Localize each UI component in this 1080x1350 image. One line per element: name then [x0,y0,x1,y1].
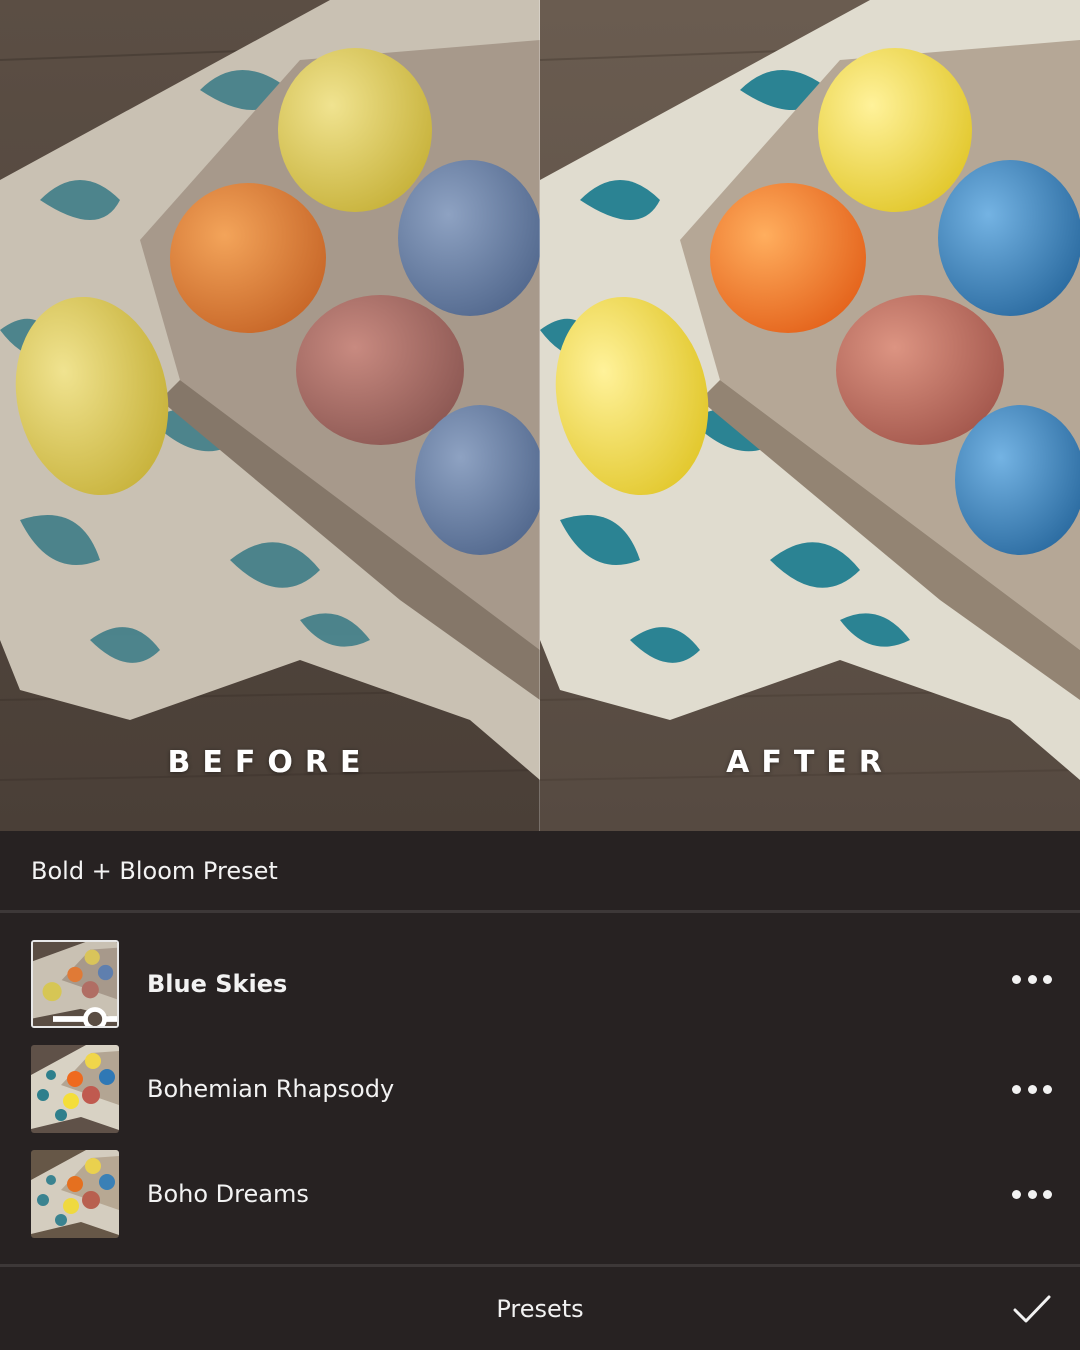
more-horizontal-icon[interactable] [1012,1184,1052,1204]
preset-thumbnail[interactable] [31,940,119,1028]
more-horizontal-icon[interactable] [1012,1079,1052,1099]
checkmark-icon[interactable] [1012,1289,1052,1329]
after-photo [540,0,1080,831]
preset-name: Bohemian Rhapsody [147,1075,395,1103]
before-after-compare[interactable]: BEFORE AFTER [0,0,1080,831]
before-photo [0,0,540,831]
thumbnail-image [31,1150,119,1238]
preset-name: Boho Dreams [147,1180,309,1208]
preset-list: Blue Skies Bohemian Rhapsody Boho Dreams [0,914,1080,1264]
thumbnail-image [31,1045,119,1133]
preset-group-header[interactable]: Bold + Bloom Preset [0,831,1080,913]
preset-group-title: Bold + Bloom Preset [31,856,278,885]
preset-thumbnail[interactable] [31,1045,119,1133]
before-pane: BEFORE [0,0,540,831]
tab-presets[interactable]: Presets [496,1295,583,1323]
bottom-toolbar: Presets [0,1264,1080,1350]
compare-divider[interactable] [539,0,540,831]
after-pane: AFTER [540,0,1080,831]
preset-row-bohemian-rhapsody[interactable]: Bohemian Rhapsody [0,1044,1080,1134]
more-horizontal-icon[interactable] [1012,969,1052,989]
preset-thumbnail[interactable] [31,1150,119,1238]
before-label: BEFORE [167,745,373,780]
after-label: AFTER [726,745,894,780]
preset-row-boho-dreams[interactable]: Boho Dreams [0,1149,1080,1239]
preset-row-blue-skies[interactable]: Blue Skies [0,939,1080,1029]
preset-name: Blue Skies [147,970,288,998]
slider-adjust-icon [53,1007,117,1026]
